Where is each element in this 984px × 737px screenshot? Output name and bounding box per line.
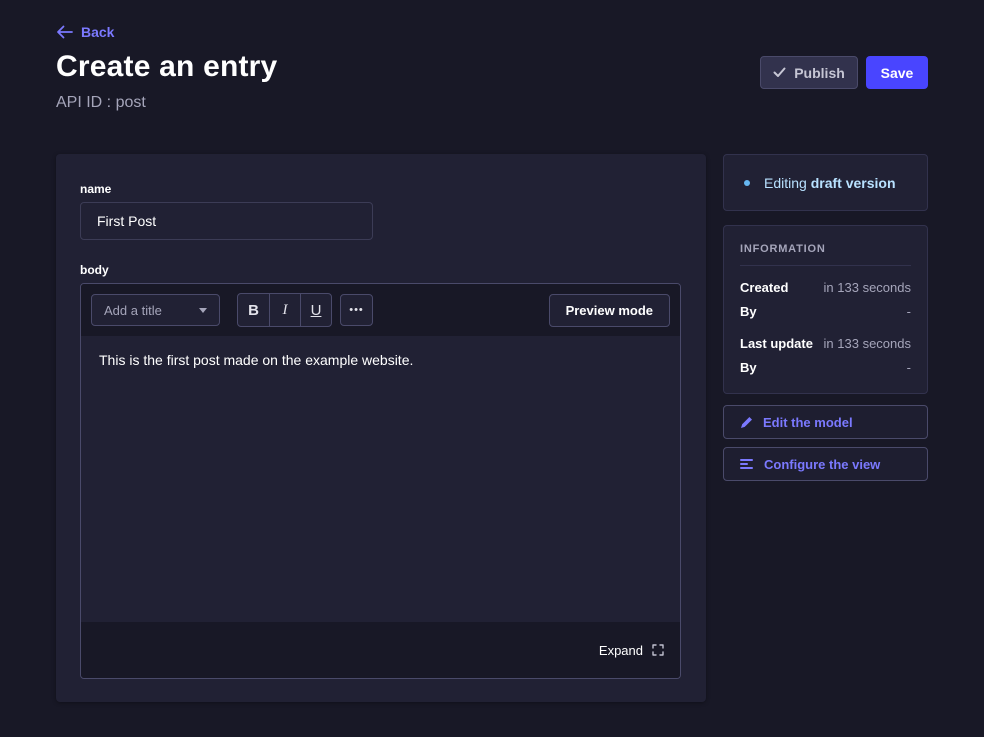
configure-view-label: Configure the view [764, 457, 880, 472]
bold-button[interactable]: B [238, 294, 269, 326]
italic-button[interactable]: I [269, 294, 300, 326]
info-value: - [907, 304, 911, 319]
editor-content[interactable]: This is the first post made on the examp… [81, 336, 680, 622]
info-row-last-update: Last update in 133 seconds [740, 336, 911, 351]
page-title: Create an entry [56, 50, 277, 84]
draft-dot-icon [744, 180, 750, 186]
draft-status-emphasis: draft version [811, 175, 896, 191]
draft-status-card: Editing draft version [723, 154, 928, 211]
information-heading: INFORMATION [740, 243, 911, 255]
heading-select-value: Add a title [104, 303, 162, 318]
info-value: in 133 seconds [824, 336, 911, 351]
edit-model-button[interactable]: Edit the model [723, 405, 928, 439]
info-label: By [740, 304, 757, 319]
name-field-label: name [80, 182, 111, 196]
publish-button[interactable]: Publish [760, 56, 858, 89]
layout-icon [740, 458, 754, 470]
expand-button[interactable]: Expand [599, 643, 664, 658]
info-label: By [740, 360, 757, 375]
expand-icon [652, 644, 664, 656]
heading-select[interactable]: Add a title [91, 294, 220, 326]
chevron-down-icon [199, 308, 207, 313]
info-value: in 133 seconds [824, 280, 911, 295]
api-id-subtitle: API ID : post [56, 94, 146, 112]
name-input[interactable] [80, 202, 373, 240]
underline-button[interactable]: U [300, 294, 331, 326]
info-row-created: Created in 133 seconds [740, 280, 911, 295]
editor-footer: Expand [81, 622, 680, 678]
arrow-left-icon [56, 25, 73, 39]
edit-model-label: Edit the model [763, 415, 853, 430]
back-label: Back [81, 24, 114, 40]
info-row-updated-by: By - [740, 360, 911, 375]
draft-status-prefix: Editing [764, 175, 807, 191]
more-icon: ••• [349, 304, 364, 316]
info-row-created-by: By - [740, 304, 911, 319]
editor-toolbar: Add a title B I U ••• Preview mode [81, 284, 680, 336]
information-panel: INFORMATION Created in 133 seconds By - … [723, 225, 928, 394]
body-text: This is the first post made on the examp… [99, 350, 662, 370]
check-icon [773, 67, 786, 78]
info-value: - [907, 360, 911, 375]
save-button[interactable]: Save [866, 56, 928, 89]
info-label: Created [740, 280, 788, 295]
expand-label: Expand [599, 643, 643, 658]
back-link[interactable]: Back [56, 24, 114, 40]
draft-status-text: Editing draft version [764, 175, 896, 191]
format-button-group: B I U [237, 293, 332, 327]
rich-text-editor: Add a title B I U ••• Preview mode This … [80, 283, 681, 679]
info-label: Last update [740, 336, 813, 351]
preview-mode-button[interactable]: Preview mode [549, 294, 670, 327]
information-divider [740, 265, 911, 266]
configure-view-button[interactable]: Configure the view [723, 447, 928, 481]
create-entry-page: Back Create an entry API ID : post Publi… [0, 0, 984, 737]
pencil-icon [740, 416, 753, 429]
body-field-label: body [80, 263, 109, 277]
publish-label: Publish [794, 65, 845, 81]
save-label: Save [881, 65, 914, 81]
preview-mode-label: Preview mode [566, 303, 653, 318]
more-formats-button[interactable]: ••• [340, 294, 373, 326]
